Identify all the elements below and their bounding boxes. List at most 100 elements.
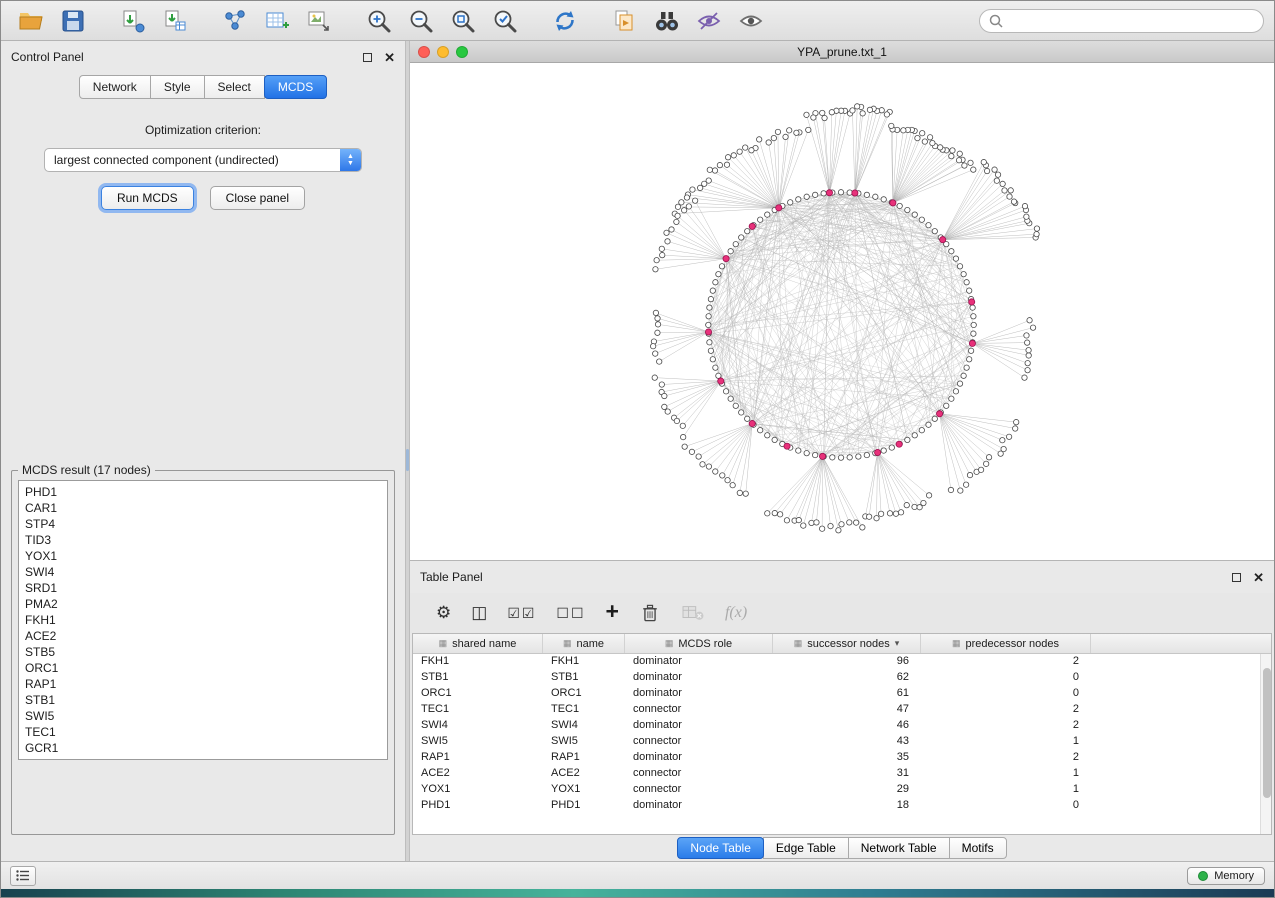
table-cell[interactable]: TEC1 <box>543 702 625 718</box>
column-header-shared-name[interactable]: ▦shared name <box>413 634 543 653</box>
mcds-result-item[interactable]: STP4 <box>25 516 381 532</box>
delete-column-icon[interactable] <box>639 601 661 625</box>
table-cell[interactable]: 1 <box>921 734 1091 750</box>
open-button[interactable] <box>11 5 51 37</box>
table-cell[interactable]: 2 <box>921 702 1091 718</box>
search-network-button[interactable] <box>647 5 687 37</box>
mcds-result-item[interactable]: SWI4 <box>25 564 381 580</box>
float-table-panel-icon[interactable] <box>1232 573 1241 582</box>
minimize-window-icon[interactable] <box>437 46 449 58</box>
import-network-from-file-button[interactable] <box>113 5 153 37</box>
table-cell[interactable]: dominator <box>625 718 773 734</box>
table-cell[interactable]: FKH1 <box>543 654 625 670</box>
mcds-result-item[interactable]: SWI5 <box>25 708 381 724</box>
toolbar-search[interactable] <box>979 9 1264 33</box>
mcds-result-item[interactable]: ACE2 <box>25 628 381 644</box>
column-header-successor-nodes[interactable]: ▦successor nodes▾ <box>773 634 921 653</box>
table-cell[interactable]: PHD1 <box>543 798 625 814</box>
table-cell[interactable]: 0 <box>921 670 1091 686</box>
table-scrollbar-thumb[interactable] <box>1263 668 1271 798</box>
mcds-result-item[interactable]: FKH1 <box>25 612 381 628</box>
new-table-button[interactable] <box>257 5 297 37</box>
table-cell[interactable]: 18 <box>773 798 921 814</box>
tab-motifs[interactable]: Motifs <box>949 837 1007 859</box>
table-cell[interactable]: 0 <box>921 686 1091 702</box>
table-cell[interactable]: 2 <box>921 718 1091 734</box>
table-cell[interactable]: ACE2 <box>543 766 625 782</box>
table-cell[interactable]: dominator <box>625 670 773 686</box>
table-row[interactable]: FKH1FKH1dominator962 <box>413 654 1271 670</box>
table-cell[interactable]: YOX1 <box>413 782 543 798</box>
network-graph[interactable] <box>410 63 1274 560</box>
table-cell[interactable]: connector <box>625 782 773 798</box>
table-cell[interactable]: RAP1 <box>413 750 543 766</box>
table-cell[interactable]: SWI5 <box>413 734 543 750</box>
table-cell[interactable]: 62 <box>773 670 921 686</box>
mcds-result-item[interactable]: YOX1 <box>25 548 381 564</box>
table-row[interactable]: SWI4SWI4dominator462 <box>413 718 1271 734</box>
table-settings-gear-icon[interactable]: ⚙ <box>436 603 451 623</box>
mcds-result-item[interactable]: CAR1 <box>25 500 381 516</box>
tab-node-table[interactable]: Node Table <box>677 837 764 859</box>
sort-indicator-icon[interactable]: ▾ <box>895 638 900 649</box>
table-cell[interactable]: YOX1 <box>543 782 625 798</box>
tab-network[interactable]: Network <box>79 75 151 99</box>
zoom-selected-button[interactable] <box>485 5 525 37</box>
table-row[interactable]: RAP1RAP1dominator352 <box>413 750 1271 766</box>
tab-mcds[interactable]: MCDS <box>264 75 327 99</box>
select-all-icon[interactable]: ☑☑ <box>507 605 536 622</box>
close-panel-icon[interactable]: ✕ <box>384 51 395 64</box>
table-cell[interactable]: connector <box>625 702 773 718</box>
table-cell[interactable]: STB1 <box>543 670 625 686</box>
close-window-icon[interactable] <box>418 46 430 58</box>
refresh-view-button[interactable] <box>545 5 585 37</box>
table-row[interactable]: YOX1YOX1connector291 <box>413 782 1271 798</box>
network-view[interactable] <box>410 63 1274 560</box>
import-table-from-file-button[interactable] <box>155 5 195 37</box>
table-cell[interactable]: connector <box>625 766 773 782</box>
table-row[interactable]: PHD1PHD1dominator180 <box>413 798 1271 814</box>
save-button[interactable] <box>53 5 93 37</box>
table-cell[interactable]: connector <box>625 734 773 750</box>
mcds-result-list[interactable]: PHD1CAR1STP4TID3YOX1SWI4SRD1PMA2FKH1ACE2… <box>18 480 388 760</box>
mcds-result-item[interactable]: RAP1 <box>25 676 381 692</box>
table-cell[interactable]: 35 <box>773 750 921 766</box>
column-header-predecessor-nodes[interactable]: ▦predecessor nodes <box>921 634 1091 653</box>
table-cell[interactable]: TEC1 <box>413 702 543 718</box>
tab-edge-table[interactable]: Edge Table <box>763 837 849 859</box>
table-row[interactable]: SWI5SWI5connector431 <box>413 734 1271 750</box>
table-cell[interactable]: ORC1 <box>543 686 625 702</box>
table-row[interactable]: STB1STB1dominator620 <box>413 670 1271 686</box>
copy-network-button[interactable] <box>605 5 645 37</box>
task-history-button[interactable] <box>10 866 36 886</box>
table-cell[interactable]: 43 <box>773 734 921 750</box>
table-cell[interactable]: SWI4 <box>543 718 625 734</box>
mcds-result-item[interactable]: STB5 <box>25 644 381 660</box>
table-cell[interactable]: STB1 <box>413 670 543 686</box>
visibility-toggle-button[interactable] <box>731 5 771 37</box>
table-cell[interactable]: dominator <box>625 654 773 670</box>
clear-selection-icon[interactable]: ☐☐ <box>556 605 585 622</box>
table-cell[interactable]: RAP1 <box>543 750 625 766</box>
table-cell[interactable]: 2 <box>921 750 1091 766</box>
run-mcds-button[interactable]: Run MCDS <box>101 186 194 210</box>
tab-style[interactable]: Style <box>150 75 205 99</box>
mcds-result-item[interactable]: STB1 <box>25 692 381 708</box>
table-scrollbar[interactable] <box>1260 654 1271 834</box>
tab-select[interactable]: Select <box>204 75 265 99</box>
export-image-button[interactable] <box>299 5 339 37</box>
close-panel-button[interactable]: Close panel <box>210 186 305 210</box>
table-cell[interactable]: dominator <box>625 798 773 814</box>
table-cell[interactable]: 47 <box>773 702 921 718</box>
table-cell[interactable]: 0 <box>921 798 1091 814</box>
show-columns-icon[interactable]: ◫ <box>471 603 487 623</box>
splitter-handle-icon[interactable] <box>406 449 409 471</box>
column-header-name[interactable]: ▦name <box>543 634 625 653</box>
table-cell[interactable]: SWI5 <box>543 734 625 750</box>
new-network-button[interactable] <box>215 5 255 37</box>
column-header-MCDS-role[interactable]: ▦MCDS role <box>625 634 773 653</box>
criterion-dropdown[interactable]: largest connected component (undirected)… <box>44 148 362 172</box>
table-row[interactable]: ORC1ORC1dominator610 <box>413 686 1271 702</box>
zoom-in-button[interactable] <box>359 5 399 37</box>
table-cell[interactable]: ORC1 <box>413 686 543 702</box>
